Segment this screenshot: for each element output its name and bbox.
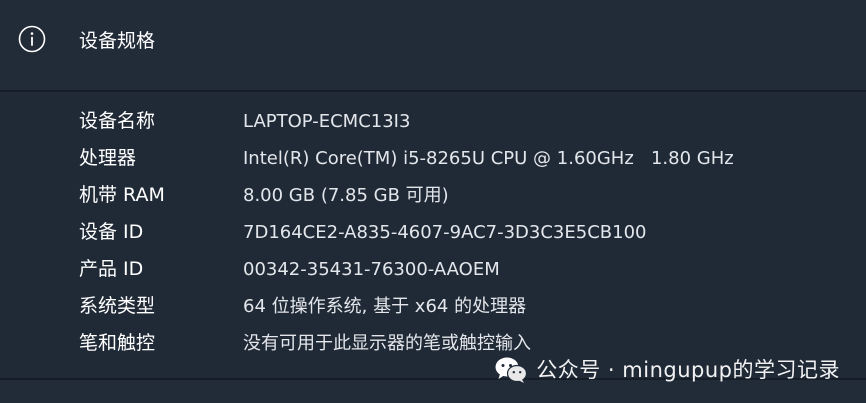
spec-value-device-id: 7D164CE2-A835-4607-9AC7-3D3C3E5CB100 — [243, 222, 647, 243]
spec-row-ram: 机带 RAM 8.00 GB (7.85 GB 可用) — [0, 177, 866, 214]
spec-label-system-type: 系统类型 — [79, 295, 156, 317]
spec-row-device-name: 设备名称 LAPTOP-ECMC13I3 — [0, 103, 866, 140]
settings-page: 设备规格 设备名称 LAPTOP-ECMC13I3 处理器 Intel(R) C… — [0, 0, 866, 403]
spec-value-device-name: LAPTOP-ECMC13I3 — [243, 111, 411, 132]
spec-row-processor: 处理器 Intel(R) Core(TM) i5-8265U CPU @ 1.6… — [0, 140, 866, 177]
spec-label-processor: 处理器 — [79, 147, 137, 169]
watermark-text: 公众号 · mingupup的学习记录 — [536, 358, 840, 382]
spec-row-system-type: 系统类型 64 位操作系统, 基于 x64 的处理器 — [0, 288, 866, 325]
spec-value-processor: Intel(R) Core(TM) i5-8265U CPU @ 1.60GHz… — [243, 148, 734, 169]
spec-label-ram: 机带 RAM — [79, 184, 165, 206]
spec-row-product-id: 产品 ID 00342-35431-76300-AAOEM — [0, 251, 866, 288]
watermark: 公众号 · mingupup的学习记录 — [494, 354, 840, 386]
spec-value-system-type: 64 位操作系统, 基于 x64 的处理器 — [243, 296, 527, 317]
device-specs-list: 设备名称 LAPTOP-ECMC13I3 处理器 Intel(R) Core(T… — [0, 92, 866, 378]
section-title: 设备规格 — [79, 30, 156, 52]
spec-value-product-id: 00342-35431-76300-AAOEM — [243, 259, 500, 280]
spec-label-pen-touch: 笔和触控 — [79, 332, 156, 354]
info-icon — [18, 25, 46, 53]
spec-value-ram: 8.00 GB (7.85 GB 可用) — [243, 185, 449, 206]
spec-value-pen-touch: 没有可用于此显示器的笔或触控输入 — [243, 333, 531, 354]
device-specs-header[interactable]: 设备规格 — [0, 0, 866, 90]
spec-label-device-id: 设备 ID — [79, 221, 144, 243]
spec-label-product-id: 产品 ID — [79, 258, 144, 280]
spec-label-device-name: 设备名称 — [79, 110, 156, 132]
spec-row-device-id: 设备 ID 7D164CE2-A835-4607-9AC7-3D3C3E5CB1… — [0, 214, 866, 251]
wechat-icon — [495, 357, 528, 383]
